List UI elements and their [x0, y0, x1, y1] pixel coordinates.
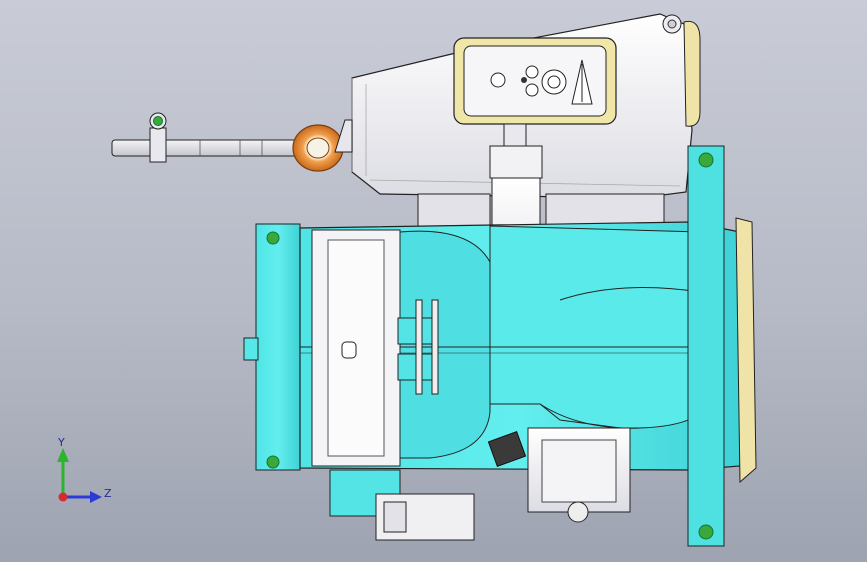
- arrow-right-icon: [90, 491, 102, 503]
- blower-motor[interactable]: [487, 427, 631, 523]
- y-axis-label: Y: [57, 436, 65, 449]
- shaft-clamp[interactable]: [149, 112, 167, 163]
- z-axis-label: Z: [104, 487, 112, 500]
- origin-dot: [58, 492, 68, 502]
- cad-model-drawing[interactable]: Y Z: [0, 0, 867, 562]
- filter-panel[interactable]: [311, 229, 401, 467]
- lid-plate[interactable]: [453, 37, 617, 125]
- housing-end-cap[interactable]: [683, 20, 701, 127]
- arrow-up-icon: [57, 448, 69, 462]
- lower-connector[interactable]: [329, 469, 475, 541]
- axis-triad: Y Z: [57, 436, 112, 503]
- right-flange[interactable]: [687, 145, 757, 547]
- bearing-ring[interactable]: [292, 124, 344, 172]
- cad-viewport[interactable]: Y Z: [0, 0, 867, 562]
